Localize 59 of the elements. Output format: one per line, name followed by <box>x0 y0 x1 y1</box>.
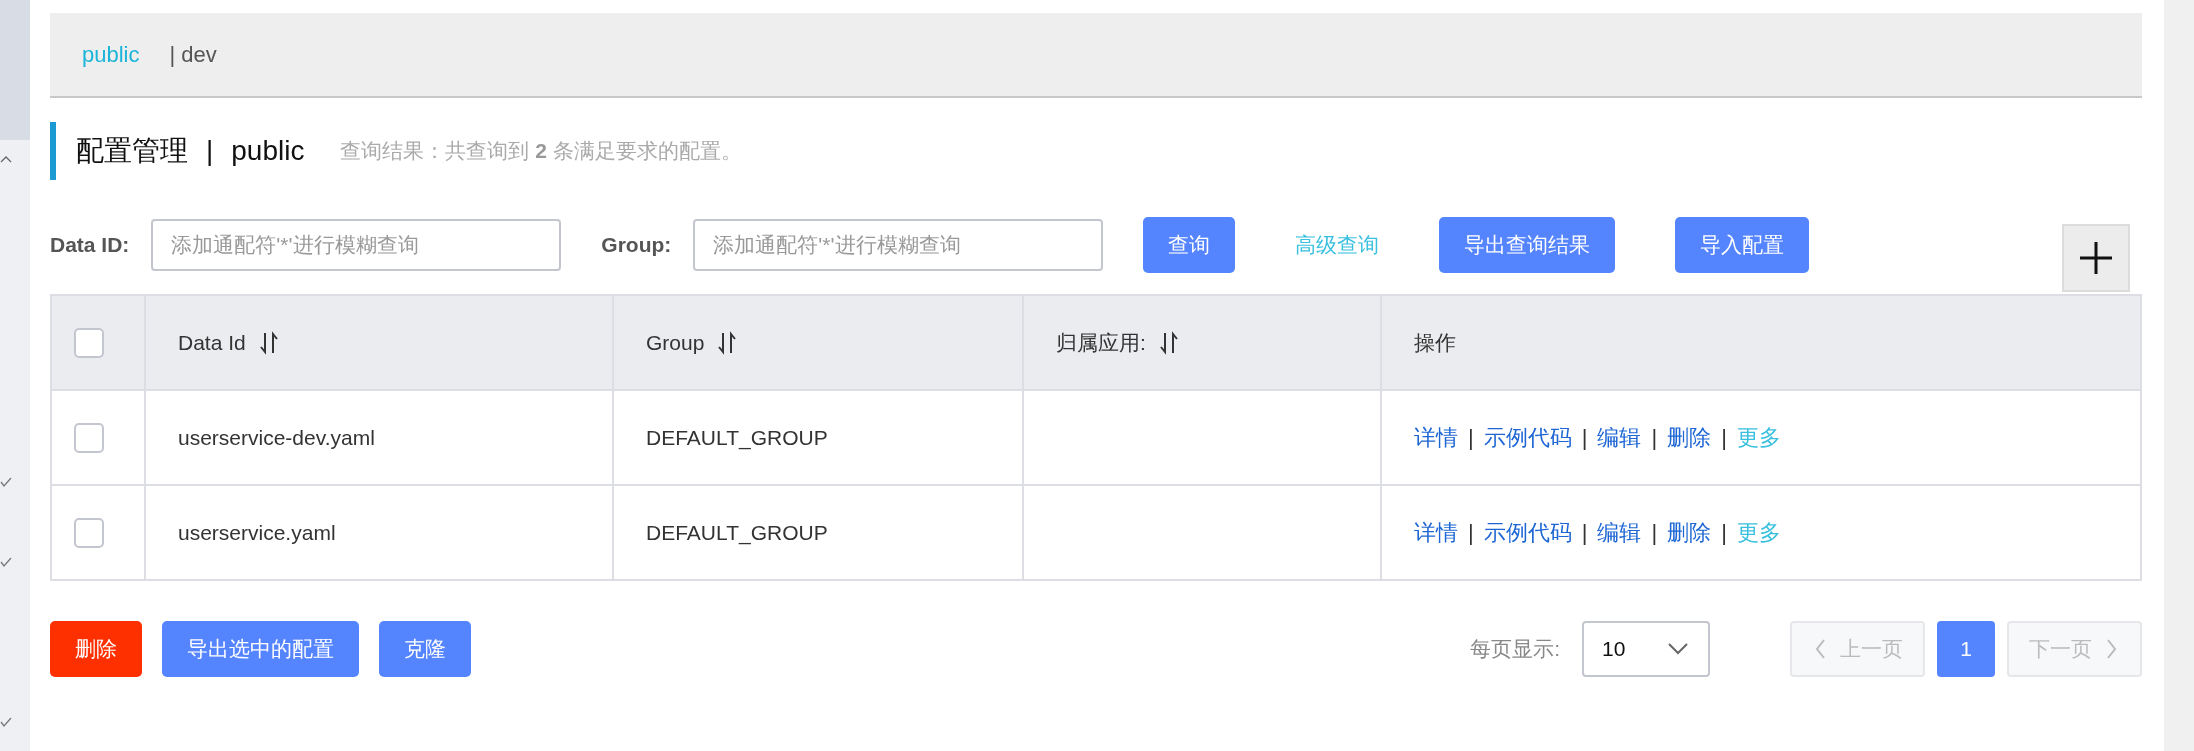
action-link[interactable]: 编辑 <box>1597 422 1642 453</box>
column-header: 操作 <box>1414 329 1456 356</box>
column-header: Group <box>646 330 705 355</box>
add-button[interactable] <box>2062 224 2130 292</box>
action-separator: | <box>1721 519 1727 546</box>
action-separator: | <box>1581 424 1588 451</box>
sort-icon[interactable] <box>259 330 278 355</box>
action-separator: | <box>1468 519 1474 546</box>
page-title: 配置管理 <box>76 134 188 168</box>
advanced-query-link[interactable]: 高级查询 <box>1295 217 1380 273</box>
sort-icon[interactable] <box>1159 330 1178 355</box>
page-number-button[interactable]: 1 <box>1937 621 1995 677</box>
sort-icon[interactable] <box>718 330 737 355</box>
namespace-tab[interactable]: | dev <box>169 41 217 68</box>
page-size-select[interactable]: 10 <box>1582 621 1710 677</box>
bulk-action-button[interactable]: 删除 <box>50 621 142 677</box>
action-link[interactable]: 删除 <box>1667 422 1712 453</box>
action-link[interactable]: 示例代码 <box>1483 517 1572 548</box>
namespace-name: public <box>231 135 305 167</box>
action-link[interactable]: 更多 <box>1736 517 1781 548</box>
action-separator: | <box>1651 424 1658 451</box>
check-icon <box>0 556 12 568</box>
column-header: 归属应用: <box>1056 329 1146 356</box>
action-link[interactable]: 编辑 <box>1597 517 1642 548</box>
filter-label: Data ID: <box>50 233 130 257</box>
bulk-action-button[interactable]: 导出选中的配置 <box>162 621 359 677</box>
action-separator: | <box>1721 424 1727 451</box>
row-checkbox[interactable] <box>74 422 104 453</box>
action-link[interactable]: 详情 <box>1414 517 1458 548</box>
search-field[interactable]: 添加通配符'*'进行模糊查询 <box>693 219 1104 271</box>
check-icon <box>0 716 12 728</box>
table-cell: userservice.yaml <box>178 520 336 544</box>
action-link[interactable]: 示例代码 <box>1483 422 1572 453</box>
table-cell: userservice-dev.yaml <box>178 425 375 449</box>
action-link[interactable]: 详情 <box>1414 422 1458 453</box>
table-cell: DEFAULT_GROUP <box>646 520 828 544</box>
filter-label: Group: <box>601 233 672 257</box>
table-cell: DEFAULT_GROUP <box>646 425 828 449</box>
toolbar-button[interactable]: 导入配置 <box>1675 217 1810 273</box>
search-field[interactable]: 添加通配符'*'进行模糊查询 <box>151 219 562 271</box>
toolbar-button[interactable]: 导出查询结果 <box>1439 217 1616 273</box>
column-header: Data Id <box>178 330 246 355</box>
page-size-label: 每页显示: <box>1470 636 1560 662</box>
action-link[interactable]: 更多 <box>1736 422 1781 453</box>
action-separator: | <box>1468 424 1474 451</box>
action-separator: | <box>1581 519 1588 546</box>
next-page-button[interactable]: 下一页 <box>2007 621 2142 677</box>
title-separator: | <box>206 135 214 167</box>
action-link[interactable]: 删除 <box>1667 517 1712 548</box>
previous-page-button[interactable]: 上一页 <box>1790 621 1925 677</box>
plus-icon <box>2079 241 2113 275</box>
action-separator: | <box>1651 519 1658 546</box>
select-all-checkbox[interactable] <box>74 327 104 358</box>
query-result-text: 查询结果：共查询到 2 条满足要求的配置。 <box>340 138 742 164</box>
row-checkbox[interactable] <box>74 517 104 548</box>
check-icon <box>0 476 12 488</box>
namespace-tab[interactable]: public <box>82 41 140 68</box>
bulk-action-button[interactable]: 克隆 <box>379 621 471 677</box>
toolbar-button[interactable]: 查询 <box>1143 217 1236 273</box>
